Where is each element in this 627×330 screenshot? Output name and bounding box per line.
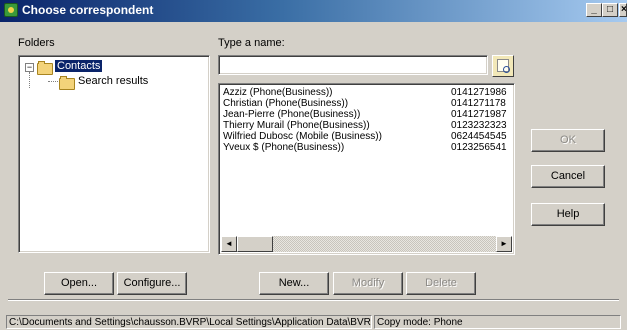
status-copy-mode: Copy mode: Phone [374, 315, 621, 329]
contact-phone: 0141271178 [451, 98, 506, 109]
tree-item-label: Contacts [55, 60, 103, 72]
ok-button[interactable]: OK [531, 129, 605, 152]
contact-phone: 0141271986 [451, 87, 507, 98]
minimize-button[interactable]: _ [586, 3, 602, 17]
scroll-left-icon[interactable]: ◄ [221, 236, 237, 252]
separator [8, 299, 619, 301]
type-a-name-label: Type a name: [218, 37, 285, 49]
list-item[interactable]: Jean-Pierre (Phone(Business)) 0141271987 [223, 109, 508, 120]
contact-name: Yveux $ (Phone(Business)) [223, 142, 345, 153]
tree-connector [29, 72, 30, 88]
address-book-search-button[interactable] [492, 55, 514, 77]
delete-button[interactable]: Delete [406, 272, 476, 295]
folder-icon [59, 76, 75, 90]
list-item[interactable]: Yveux $ (Phone(Business)) 0123256541 [223, 142, 508, 153]
folders-label: Folders [18, 37, 55, 49]
contact-name: Christian (Phone(Business)) [223, 98, 349, 109]
status-path: C:\Documents and Settings\chausson.BVRP\… [6, 315, 372, 329]
window-title: Choose correspondent [22, 3, 154, 17]
collapse-icon[interactable]: − [25, 63, 34, 72]
app-icon [4, 3, 18, 17]
name-search-input[interactable] [218, 55, 488, 75]
contact-name: Azziz (Phone(Business)) [223, 87, 333, 98]
search-book-icon [497, 59, 510, 73]
contact-list[interactable]: Azziz (Phone(Business)) 0141271986 Chris… [218, 83, 515, 255]
contact-phone: 0624454545 [451, 131, 507, 142]
modify-button[interactable]: Modify [333, 272, 403, 295]
configure-button[interactable]: Configure... [117, 272, 187, 295]
maximize-button[interactable]: □ [602, 3, 618, 17]
new-button[interactable]: New... [259, 272, 329, 295]
contact-phone: 0141271987 [451, 109, 507, 120]
title-bar[interactable]: Choose correspondent _ □ × [0, 0, 627, 22]
list-item[interactable]: Thierry Murail (Phone(Business)) 0123232… [223, 120, 508, 131]
contact-name: Wilfried Dubosc (Mobile (Business)) [223, 131, 382, 142]
open-button[interactable]: Open... [44, 272, 114, 295]
cancel-button[interactable]: Cancel [531, 165, 605, 188]
contact-name: Jean-Pierre (Phone(Business)) [223, 109, 361, 120]
tree-item-label: Search results [78, 75, 149, 87]
contact-phone: 0123256541 [451, 142, 507, 153]
contact-name: Thierry Murail (Phone(Business)) [223, 120, 370, 131]
help-button[interactable]: Help [531, 203, 605, 226]
contact-phone: 0123232323 [451, 120, 507, 131]
folder-tree[interactable]: − Contacts Search results [18, 55, 210, 253]
horizontal-scrollbar[interactable]: ◄ ► [221, 236, 512, 252]
scroll-right-icon[interactable]: ► [496, 236, 512, 252]
list-item[interactable]: Christian (Phone(Business)) 0141271178 [223, 98, 508, 109]
close-button[interactable]: × [619, 3, 627, 17]
list-item[interactable]: Wilfried Dubosc (Mobile (Business)) 0624… [223, 131, 508, 142]
scroll-thumb[interactable] [237, 236, 273, 252]
open-folder-icon [37, 61, 53, 75]
list-item[interactable]: Azziz (Phone(Business)) 0141271986 [223, 87, 508, 98]
tree-connector [48, 81, 58, 82]
